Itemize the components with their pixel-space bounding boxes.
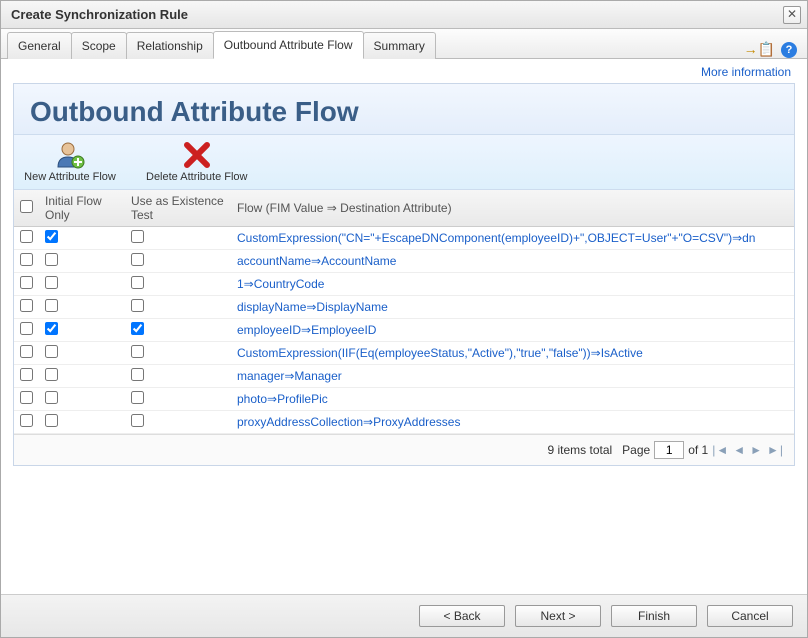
tab-summary[interactable]: Summary [363, 32, 436, 59]
flow-expression-link[interactable]: displayName⇒DisplayName [237, 300, 388, 314]
table-row[interactable]: employeeID⇒EmployeeID [14, 319, 794, 342]
dialog-title: Create Synchronization Rule [11, 7, 188, 22]
row-select-checkbox[interactable] [20, 253, 33, 266]
row-select-checkbox[interactable] [20, 345, 33, 358]
pager: 9 items total Page of 1 |◄ ◄ ► ►| [14, 434, 794, 465]
existence-test-checkbox[interactable] [131, 253, 144, 266]
close-icon[interactable]: ✕ [783, 6, 801, 24]
page-label: Page [622, 443, 650, 457]
back-button[interactable]: < Back [419, 605, 505, 627]
existence-test-checkbox[interactable] [131, 368, 144, 381]
existence-test-checkbox[interactable] [131, 414, 144, 427]
initial-flow-checkbox[interactable] [45, 414, 58, 427]
tab-relationship[interactable]: Relationship [126, 32, 214, 59]
initial-flow-checkbox[interactable] [45, 368, 58, 381]
initial-flow-checkbox[interactable] [45, 230, 58, 243]
table-row[interactable]: CustomExpression(IIF(Eq(employeeStatus,"… [14, 342, 794, 365]
table-row[interactable]: photo⇒ProfilePic [14, 388, 794, 411]
tab-outbound-attribute-flow[interactable]: Outbound Attribute Flow [213, 31, 364, 59]
existence-test-checkbox[interactable] [131, 230, 144, 243]
flow-expression-link[interactable]: 1⇒CountryCode [237, 277, 324, 291]
tab-general[interactable]: General [7, 32, 72, 59]
page-prev-icon[interactable]: ◄ [733, 443, 746, 457]
delete-attribute-flow-label: Delete Attribute Flow [146, 171, 248, 183]
flow-expression-link[interactable]: CustomExpression("CN="+EscapeDNComponent… [237, 231, 755, 245]
existence-test-checkbox[interactable] [131, 322, 144, 335]
col-initial[interactable]: Initial Flow Only [39, 190, 125, 227]
panel: Outbound Attribute Flow New Attribute Fl… [13, 83, 795, 466]
flow-expression-link[interactable]: employeeID⇒EmployeeID [237, 323, 376, 337]
delete-attribute-flow-button[interactable]: Delete Attribute Flow [146, 139, 248, 183]
table-row[interactable]: CustomExpression("CN="+EscapeDNComponent… [14, 227, 794, 250]
user-add-icon [54, 139, 86, 171]
help-icon[interactable]: ? [781, 42, 797, 58]
page-title: Outbound Attribute Flow [30, 96, 778, 128]
attribute-flow-grid: Initial Flow Only Use as Existence Test … [14, 190, 794, 434]
flow-expression-link[interactable]: CustomExpression(IIF(Eq(employeeStatus,"… [237, 346, 643, 360]
tabstrip: General Scope Relationship Outbound Attr… [1, 29, 807, 59]
table-row[interactable]: proxyAddressCollection⇒ProxyAddresses [14, 411, 794, 434]
initial-flow-checkbox[interactable] [45, 345, 58, 358]
footer: < Back Next > Finish Cancel [1, 594, 807, 637]
table-row[interactable]: accountName⇒AccountName [14, 250, 794, 273]
panel-head: Outbound Attribute Flow [14, 84, 794, 134]
next-button[interactable]: Next > [515, 605, 601, 627]
row-select-checkbox[interactable] [20, 391, 33, 404]
table-row[interactable]: 1⇒CountryCode [14, 273, 794, 296]
table-row[interactable]: displayName⇒DisplayName [14, 296, 794, 319]
delete-icon [181, 139, 213, 171]
initial-flow-checkbox[interactable] [45, 253, 58, 266]
content: Outbound Attribute Flow New Attribute Fl… [1, 81, 807, 594]
flow-expression-link[interactable]: photo⇒ProfilePic [237, 392, 328, 406]
toolbar: New Attribute Flow Delete Attribute Flow [14, 134, 794, 190]
initial-flow-checkbox[interactable] [45, 322, 58, 335]
titlebar: Create Synchronization Rule ✕ [1, 1, 807, 29]
row-select-checkbox[interactable] [20, 299, 33, 312]
page-input[interactable] [654, 441, 684, 459]
col-existence[interactable]: Use as Existence Test [125, 190, 231, 227]
items-total: 9 items total [547, 443, 612, 457]
existence-test-checkbox[interactable] [131, 276, 144, 289]
more-info-bar: More information [1, 59, 807, 81]
row-select-checkbox[interactable] [20, 230, 33, 243]
page-first-icon[interactable]: |◄ [712, 443, 729, 457]
page-next-icon[interactable]: ► [750, 443, 763, 457]
flow-expression-link[interactable]: accountName⇒AccountName [237, 254, 396, 268]
row-select-checkbox[interactable] [20, 368, 33, 381]
page-last-icon[interactable]: ►| [767, 443, 784, 457]
table-row[interactable]: manager⇒Manager [14, 365, 794, 388]
row-select-checkbox[interactable] [20, 322, 33, 335]
finish-button[interactable]: Finish [611, 605, 697, 627]
existence-test-checkbox[interactable] [131, 391, 144, 404]
more-information-link[interactable]: More information [701, 65, 791, 79]
flow-expression-link[interactable]: manager⇒Manager [237, 369, 342, 383]
new-attribute-flow-label: New Attribute Flow [24, 171, 116, 183]
select-all-checkbox[interactable] [20, 200, 33, 213]
goto-icon[interactable]: →📋 [744, 41, 775, 58]
existence-test-checkbox[interactable] [131, 299, 144, 312]
tab-scope[interactable]: Scope [71, 32, 127, 59]
existence-test-checkbox[interactable] [131, 345, 144, 358]
initial-flow-checkbox[interactable] [45, 299, 58, 312]
new-attribute-flow-button[interactable]: New Attribute Flow [20, 139, 120, 183]
dialog: Create Synchronization Rule ✕ General Sc… [0, 0, 808, 638]
row-select-checkbox[interactable] [20, 276, 33, 289]
row-select-checkbox[interactable] [20, 414, 33, 427]
flow-expression-link[interactable]: proxyAddressCollection⇒ProxyAddresses [237, 415, 460, 429]
initial-flow-checkbox[interactable] [45, 391, 58, 404]
cancel-button[interactable]: Cancel [707, 605, 793, 627]
col-flow[interactable]: Flow (FIM Value ⇒ Destination Attribute) [231, 190, 794, 227]
page-of: of 1 [688, 443, 708, 457]
initial-flow-checkbox[interactable] [45, 276, 58, 289]
